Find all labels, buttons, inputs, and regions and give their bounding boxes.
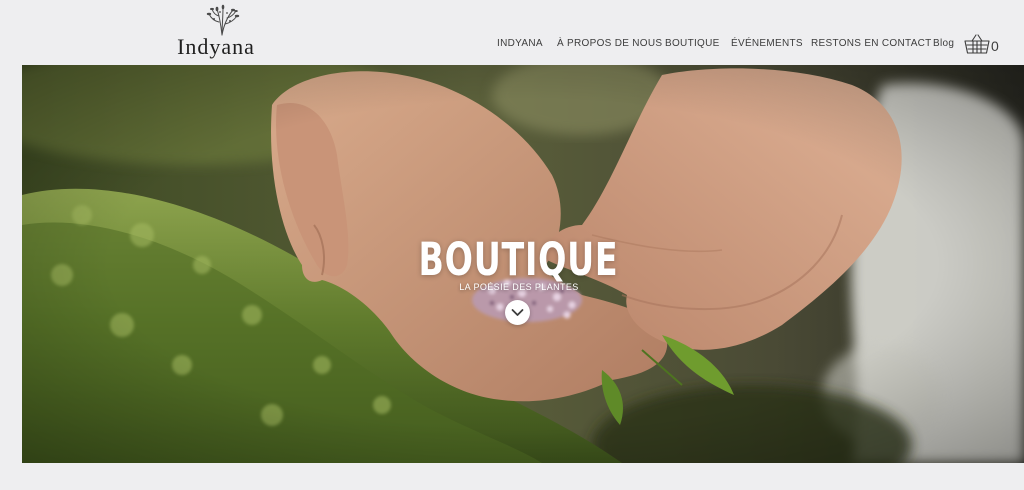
nav-item-boutique[interactable]: BOUTIQUE bbox=[665, 38, 720, 49]
chevron-down-icon bbox=[511, 309, 524, 316]
hero-subtitle: LA POÉSIE DES PLANTES bbox=[459, 282, 579, 292]
logo[interactable]: Indyana bbox=[168, 4, 264, 60]
nav-item-blog[interactable]: Blog bbox=[933, 38, 954, 49]
herb-sprig-icon bbox=[206, 4, 240, 36]
nav-item-events[interactable]: ÉVÉNEMENTS bbox=[731, 38, 803, 49]
logo-text: Indyana bbox=[177, 34, 255, 59]
nav-item-indyana[interactable]: INDYANA bbox=[497, 38, 543, 49]
shopping-basket-icon bbox=[964, 34, 990, 54]
cart-button[interactable]: 0 bbox=[964, 33, 1004, 57]
nav-item-contact[interactable]: RESTONS EN CONTACT bbox=[811, 38, 932, 49]
hero-banner: BOUTIQUE LA POÉSIE DES PLANTES bbox=[22, 65, 1024, 463]
cart-count: 0 bbox=[991, 38, 999, 54]
scroll-down-button[interactable] bbox=[505, 300, 530, 325]
nav-item-about[interactable]: À PROPOS DE NOUS bbox=[557, 38, 662, 49]
hero-title: BOUTIQUE bbox=[418, 233, 619, 286]
